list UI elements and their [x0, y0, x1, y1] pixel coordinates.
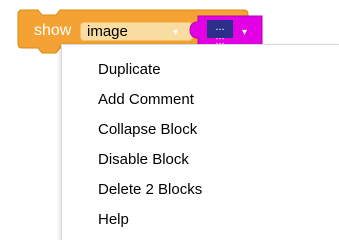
show-label: show	[34, 22, 72, 39]
menu-item-disable-block[interactable]: Disable Block	[98, 151, 189, 169]
context-menu: Duplicate Add Comment Collapse Block Dis…	[61, 44, 339, 240]
menu-item-add-comment[interactable]: Add Comment	[98, 91, 194, 109]
menu-item-delete-blocks[interactable]: Delete 2 Blocks	[98, 181, 202, 199]
workspace: show image ▾ ... ::: ▾ Duplicate Add Com…	[0, 0, 339, 240]
menu-item-help[interactable]: Help	[98, 211, 129, 229]
dropdown-value: image	[87, 23, 128, 40]
menu-item-collapse-block[interactable]: Collapse Block	[98, 121, 197, 139]
chevron-down-icon: ▾	[173, 27, 179, 38]
grid-image-icon[interactable]: ... :::	[207, 20, 233, 47]
menu-item-duplicate[interactable]: Duplicate	[98, 61, 161, 79]
chevron-down-icon: ▾	[242, 27, 248, 38]
image-dropdown[interactable]: image ▾	[80, 22, 193, 41]
